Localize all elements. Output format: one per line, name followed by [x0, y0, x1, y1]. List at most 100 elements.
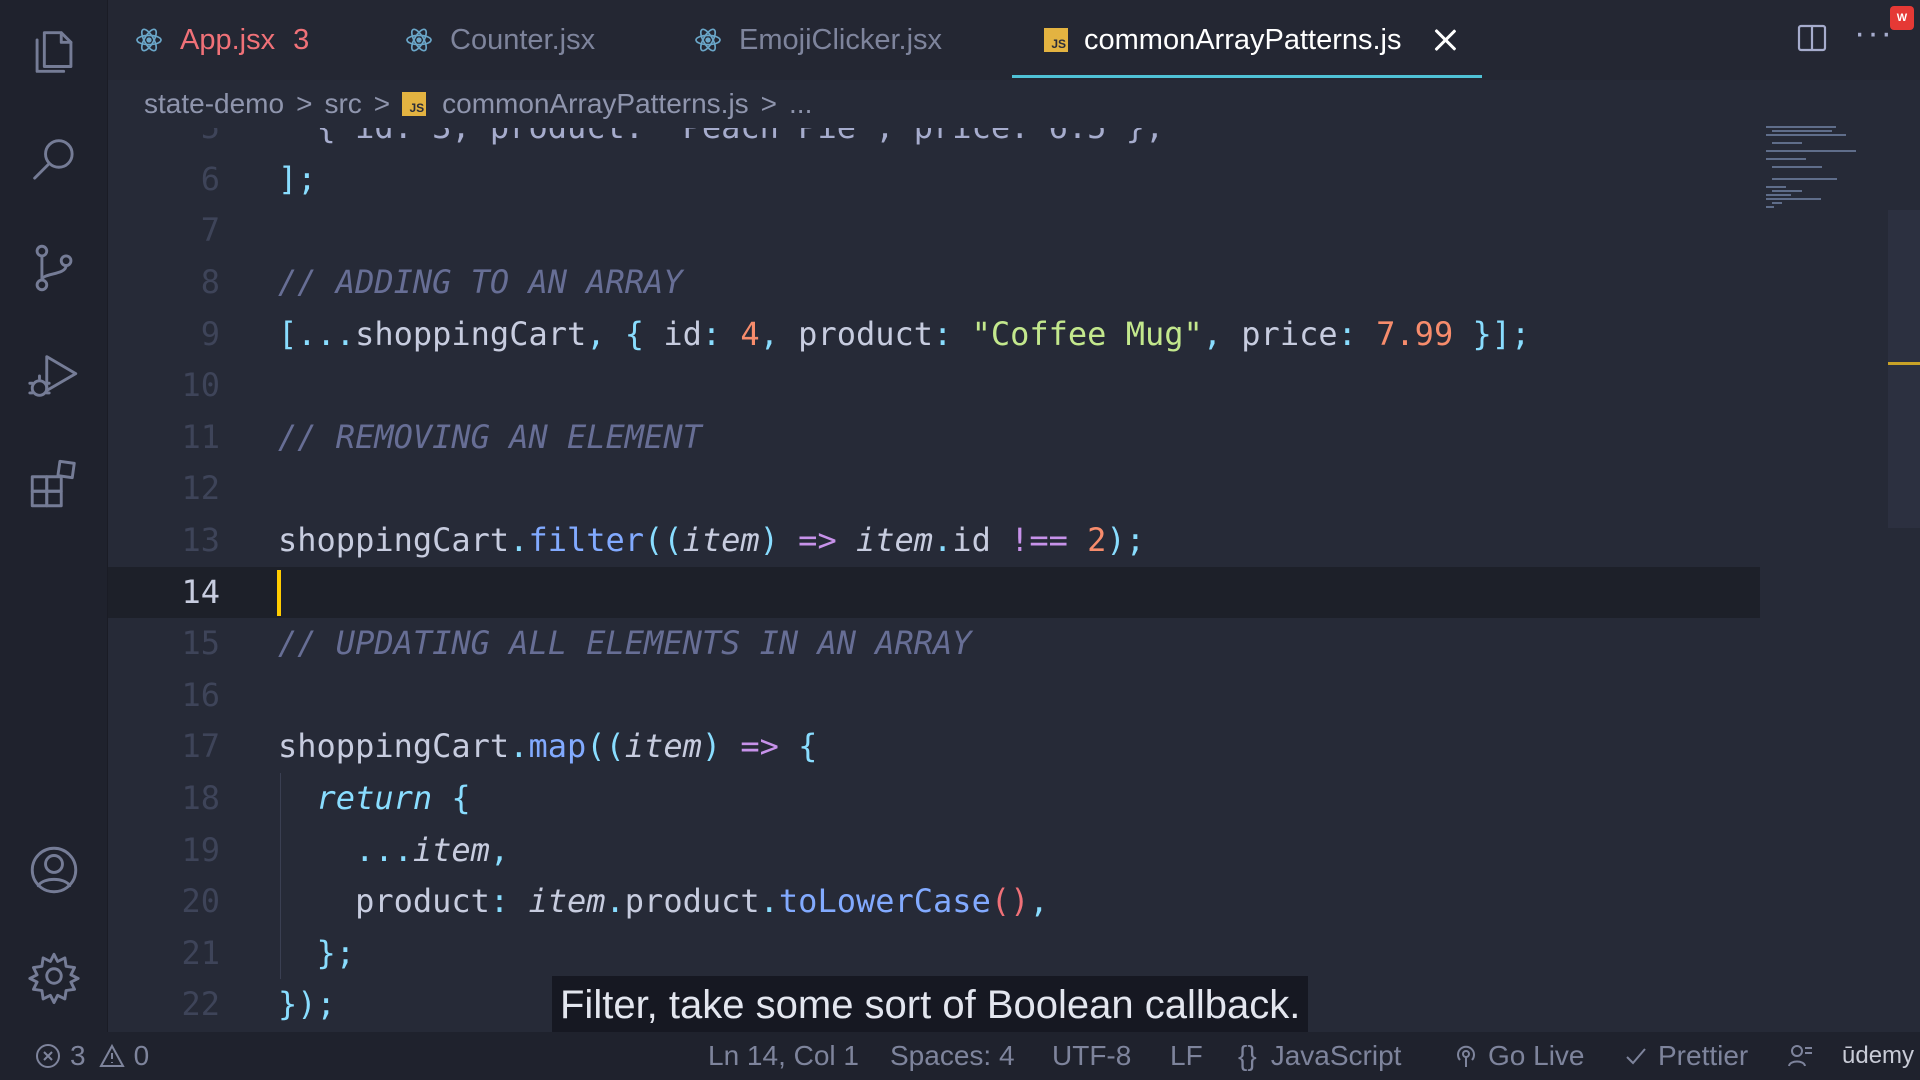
react-icon [693, 25, 723, 55]
code-line[interactable]: 21 }; [108, 927, 1760, 980]
minimap-line [1772, 190, 1802, 192]
code-token: ) [759, 521, 799, 559]
tab-emojiclicker-jsx[interactable]: EmojiClicker.jsx [693, 0, 942, 80]
code-line[interactable]: 6]; [108, 154, 1760, 206]
minimap-line [1766, 126, 1836, 128]
code-token: product [798, 314, 934, 353]
corner-logo-badge: W [1890, 6, 1914, 30]
tab-label: EmojiClicker.jsx [739, 23, 943, 56]
breadcrumb-item-folder[interactable]: state-demo [144, 88, 284, 120]
react-icon [404, 25, 434, 55]
prettier-status[interactable]: Prettier [1622, 1032, 1748, 1080]
udemy-watermark: ūdemy [1842, 1042, 1915, 1069]
feedback-icon[interactable] [1786, 1032, 1822, 1080]
code-token: ) [701, 727, 741, 766]
error-count: 3 [70, 1040, 86, 1071]
code-line[interactable]: 17 shoppingCart.map((item) => { [108, 721, 1760, 773]
problems-status[interactable]: 3 0 [34, 1032, 149, 1080]
code-token: ]; [278, 159, 317, 198]
tab-app-jsx[interactable]: App.jsx 3 [134, 0, 309, 80]
code-token: item [855, 521, 934, 559]
line-number: 16 [181, 675, 220, 714]
code-line[interactable]: 13 shoppingCart.filter((item) => item.id … [108, 515, 1760, 567]
breadcrumb-item-file[interactable]: commonArrayPatterns.js [442, 88, 749, 120]
encoding-status[interactable]: UTF-8 [1052, 1032, 1131, 1080]
line-number: 20 [181, 882, 220, 921]
minimap-line [1766, 158, 1806, 160]
code-line[interactable]: 20 product: item.product.toLowerCase(), [108, 876, 1760, 928]
code-line[interactable]: 18 return { [108, 773, 1760, 825]
code-token: { [432, 779, 471, 817]
code-line[interactable]: 8 // ADDING TO AN ARRAY [108, 257, 1760, 309]
code-token: // ADDING TO AN ARRAY [278, 263, 683, 301]
go-live-button[interactable]: Go Live [1452, 1032, 1585, 1080]
code-line[interactable]: 7 [108, 205, 1760, 257]
code-token: ); [1106, 521, 1145, 559]
cursor-position[interactable]: Ln 14, Col 1 [708, 1032, 859, 1080]
code-line[interactable]: 16 [108, 670, 1760, 722]
code-token: }); [278, 985, 336, 1024]
code-line[interactable]: 15 // UPDATING ALL ELEMENTS IN AN ARRAY [108, 618, 1760, 670]
braces-icon: {} [1238, 1040, 1257, 1071]
editor-scrollbar[interactable] [1888, 210, 1920, 528]
broadcast-icon [1457, 1045, 1475, 1067]
code-token: . [605, 882, 625, 921]
breadcrumb-item-symbol[interactable]: ... [789, 88, 812, 120]
code-line[interactable]: 12 [108, 463, 1760, 515]
split-editor-icon[interactable] [1796, 22, 1828, 54]
code-line[interactable]: 9 [...shoppingCart, { id: 4, product: "Co… [108, 309, 1760, 361]
code-token: { id: 3, product: "Peach Pie", price: 6.… [278, 128, 1165, 146]
indentation-status[interactable]: Spaces: 4 [890, 1032, 1015, 1080]
tab-commonarraypatterns-js[interactable]: JS commonArrayPatterns.js [1012, 0, 1482, 80]
code-token: : [933, 314, 972, 353]
code-line[interactable]: 5 { id: 3, product: "Peach Pie", price: … [108, 128, 1760, 154]
scrollbar-cursor-marker [1888, 362, 1920, 365]
editor-tab-bar: App.jsx 3 Counter.jsx EmojiClicker.jsx J… [108, 0, 1920, 80]
code-text: return { [278, 773, 471, 825]
code-token: , [759, 314, 799, 353]
code-token: toLowerCase [778, 882, 991, 921]
code-line[interactable]: 11 // REMOVING AN ELEMENT [108, 412, 1760, 464]
account-icon[interactable] [22, 838, 86, 902]
explorer-icon[interactable] [22, 20, 86, 84]
search-icon[interactable] [22, 128, 86, 192]
code-token: 2 [1087, 521, 1107, 559]
code-editor[interactable]: 5 { id: 3, product: "Peach Pie", price: … [108, 128, 1760, 1032]
code-line[interactable]: 10 [108, 360, 1760, 412]
code-token: , { [586, 314, 664, 353]
line-number: 17 [181, 727, 220, 766]
code-line[interactable]: 19 ...item, [108, 824, 1760, 877]
language-mode[interactable]: {} JavaScript [1238, 1032, 1401, 1080]
eol-status[interactable]: LF [1170, 1032, 1203, 1080]
code-token: . [509, 521, 529, 559]
line-number: 15 [181, 624, 220, 663]
close-tab-icon[interactable] [1432, 27, 1458, 53]
run-debug-icon[interactable] [22, 344, 86, 408]
tab-label: Counter.jsx [450, 23, 596, 56]
extensions-icon[interactable] [22, 452, 86, 516]
indent-guide [280, 876, 281, 928]
breadcrumb-item-src[interactable]: src [324, 88, 361, 120]
settings-gear-icon[interactable] [22, 944, 86, 1008]
text-cursor [277, 569, 281, 616]
line-number: 18 [181, 779, 220, 817]
tab-counter-jsx[interactable]: Counter.jsx [404, 0, 595, 80]
source-control-icon[interactable] [22, 236, 86, 300]
activity-bar [0, 0, 108, 1032]
code-token: product [624, 882, 760, 921]
code-token: : [1337, 314, 1377, 353]
minimap-line [1766, 194, 1791, 196]
code-line-current[interactable]: 14 [108, 566, 1760, 619]
minimap-line [1772, 202, 1782, 204]
code-token: id [663, 314, 702, 353]
code-token: : [701, 314, 741, 353]
indent-guide [280, 773, 281, 825]
code-text: ]; [278, 154, 317, 206]
more-actions-icon[interactable]: ··· [1854, 14, 1894, 53]
code-token: item [624, 727, 702, 766]
breadcrumb: state-demo > src > JS commonArrayPattern… [144, 84, 812, 124]
minimap-line [1772, 142, 1802, 144]
minimap[interactable] [1766, 126, 1886, 226]
